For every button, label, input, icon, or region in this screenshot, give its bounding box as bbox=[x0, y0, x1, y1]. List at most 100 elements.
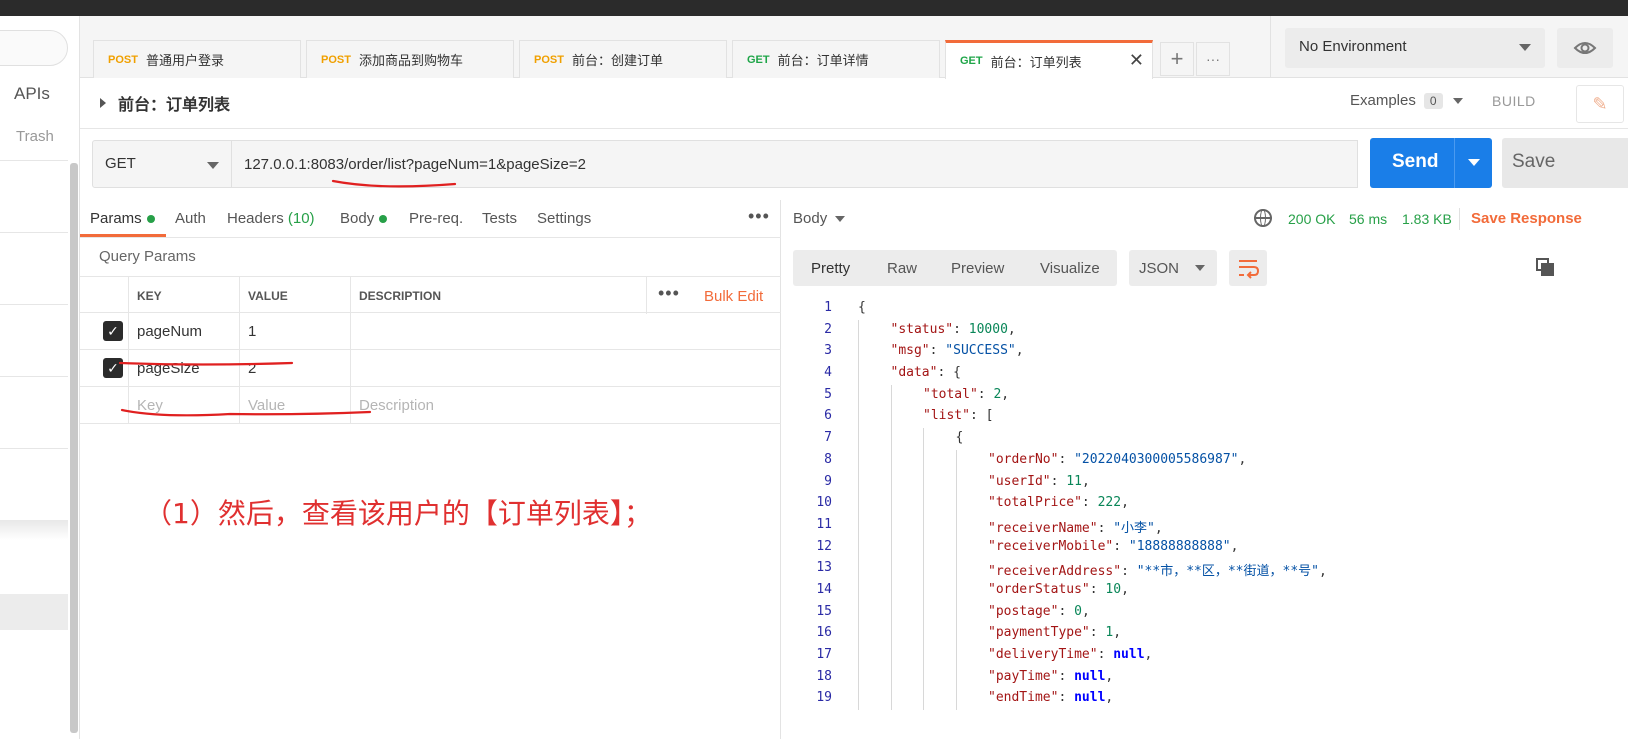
view-pretty[interactable]: Pretty bbox=[811, 260, 850, 277]
tab-auth[interactable]: Auth bbox=[175, 210, 206, 227]
param-key[interactable]: pageSize bbox=[128, 350, 239, 387]
param-value-input[interactable]: Value bbox=[239, 387, 350, 424]
code-text: "list": [ bbox=[923, 408, 994, 424]
more-options-icon[interactable]: ••• bbox=[658, 283, 680, 304]
line-number: 4 bbox=[824, 365, 832, 381]
line-number: 19 bbox=[816, 690, 832, 706]
send-button[interactable]: Send bbox=[1370, 138, 1492, 188]
examples-dropdown[interactable]: Examples 0 bbox=[1350, 92, 1463, 109]
examples-label: Examples bbox=[1350, 92, 1416, 109]
sidebar-shadow bbox=[0, 520, 68, 540]
sidebar-item-apis[interactable]: APIs bbox=[14, 84, 50, 104]
environment-select[interactable]: No Environment bbox=[1285, 28, 1545, 68]
indent-guide bbox=[923, 558, 924, 580]
view-raw[interactable]: Raw bbox=[887, 260, 917, 277]
more-options-icon[interactable]: ••• bbox=[748, 206, 770, 227]
code-line: 14 "orderStatus": 10, bbox=[782, 579, 1628, 602]
tab-headers[interactable]: Headers (10) bbox=[227, 210, 315, 227]
sidebar-divider bbox=[0, 160, 68, 161]
response-body-dropdown[interactable]: Body bbox=[793, 210, 846, 227]
indent-guide bbox=[890, 514, 892, 537]
param-value[interactable]: 2 bbox=[239, 350, 350, 387]
send-split-divider bbox=[1454, 138, 1455, 188]
wrap-lines-button[interactable] bbox=[1229, 250, 1267, 286]
request-title-row: 前台：订单列表 Examples 0 BUILD ✎ bbox=[80, 79, 1628, 129]
response-size[interactable]: 1.83 KB bbox=[1402, 211, 1452, 227]
indent-guide bbox=[955, 601, 957, 624]
expand-triangle-icon[interactable] bbox=[100, 98, 106, 108]
url-input[interactable]: 127.0.0.1:8083/order/list?pageNum=1&page… bbox=[232, 140, 1358, 188]
checkbox-checked[interactable]: ✓ bbox=[103, 358, 123, 378]
format-select[interactable]: JSON bbox=[1129, 250, 1217, 286]
new-tab-button[interactable]: + bbox=[1160, 42, 1194, 76]
sidebar-item-trash[interactable]: Trash bbox=[16, 128, 54, 145]
tab-settings[interactable]: Settings bbox=[537, 210, 591, 227]
request-pane: Params Auth Headers (10) Body Pre-req. T… bbox=[80, 200, 781, 739]
tab-tests[interactable]: Tests bbox=[482, 210, 517, 227]
request-tabs: Params Auth Headers (10) Body Pre-req. T… bbox=[80, 200, 781, 238]
indent-guide bbox=[858, 449, 859, 472]
param-value[interactable]: 1 bbox=[239, 313, 350, 350]
param-description[interactable] bbox=[350, 313, 781, 350]
url-row: GET 127.0.0.1:8083/order/list?pageNum=1&… bbox=[80, 130, 1628, 200]
param-key-input[interactable]: Key bbox=[128, 387, 239, 424]
chevron-down-icon[interactable] bbox=[1468, 159, 1480, 166]
response-code-view[interactable]: 1{2 "status": 10000, 3 "msg": "SUCCESS", 4 "d… bbox=[782, 298, 1628, 711]
params-table: KEY VALUE DESCRIPTION ••• Bulk Edit ✓ pa… bbox=[80, 276, 781, 424]
copy-icon[interactable] bbox=[1536, 258, 1554, 276]
format-value: JSON bbox=[1139, 260, 1180, 277]
sidebar-divider bbox=[0, 376, 68, 377]
param-key[interactable]: pageNum bbox=[128, 313, 239, 350]
code-text: "deliveryTime": null, bbox=[988, 647, 1153, 662]
sidebar-search-input[interactable] bbox=[0, 30, 68, 66]
view-preview[interactable]: Preview bbox=[951, 260, 1004, 277]
line-number: 6 bbox=[824, 408, 832, 424]
request-tab[interactable]: POST 添加商品到购物车 bbox=[306, 40, 514, 78]
status-code[interactable]: 200 OK bbox=[1288, 211, 1335, 227]
save-button[interactable]: Save bbox=[1502, 138, 1628, 188]
globe-icon[interactable] bbox=[1254, 209, 1272, 227]
indent-guide bbox=[858, 579, 859, 602]
view-visualize[interactable]: Visualize bbox=[1040, 260, 1100, 277]
edit-button[interactable]: ✎ bbox=[1576, 85, 1624, 123]
request-tab[interactable]: POST 普通用户登录 bbox=[93, 40, 301, 78]
request-title[interactable]: 前台：订单列表 bbox=[118, 91, 230, 115]
code-line: 18 "payTime": null, bbox=[782, 666, 1628, 689]
sidebar-selected-item[interactable] bbox=[0, 594, 68, 630]
environment-quick-look-button[interactable] bbox=[1557, 28, 1613, 68]
tab-body[interactable]: Body bbox=[340, 210, 388, 227]
param-description[interactable] bbox=[350, 350, 781, 387]
code-line: 13 "receiverAddress": "**市，**区，**街道，**号", bbox=[782, 558, 1628, 580]
chevron-down-icon bbox=[1519, 44, 1531, 51]
response-time[interactable]: 56 ms bbox=[1349, 211, 1387, 227]
param-description-input[interactable]: Description bbox=[350, 387, 781, 424]
code-line: 15 "postage": 0, bbox=[782, 601, 1628, 624]
bulk-edit-link[interactable]: Bulk Edit bbox=[704, 288, 763, 305]
indent-guide bbox=[858, 601, 859, 624]
checkbox-checked[interactable]: ✓ bbox=[103, 321, 123, 341]
save-response-button[interactable]: Save Response bbox=[1471, 210, 1582, 227]
request-tab-active[interactable]: GET 前台：订单列表 ✕ bbox=[945, 40, 1153, 79]
indent-guide bbox=[955, 471, 957, 494]
request-tab[interactable]: POST 前台：创建订单 bbox=[519, 40, 727, 78]
sidebar-scrollbar[interactable] bbox=[70, 163, 78, 733]
line-number: 14 bbox=[816, 581, 832, 597]
tab-method: POST bbox=[108, 53, 138, 66]
tab-prereq[interactable]: Pre-req. bbox=[409, 210, 463, 227]
request-tab[interactable]: GET 前台：订单详情 bbox=[732, 40, 940, 78]
code-text: "receiverName": "小李", bbox=[988, 520, 1163, 536]
indent-guide bbox=[923, 493, 924, 515]
code-line: 6 "list": [ bbox=[782, 406, 1628, 429]
method-select[interactable]: GET bbox=[92, 140, 232, 188]
more-tabs-button[interactable]: ··· bbox=[1196, 42, 1230, 76]
line-number: 5 bbox=[824, 386, 832, 402]
close-icon[interactable]: ✕ bbox=[1129, 50, 1144, 71]
code-text: { bbox=[955, 430, 964, 446]
code-text: "userId": 11, bbox=[988, 473, 1090, 489]
chevron-down-icon bbox=[207, 162, 219, 169]
examples-count: 0 bbox=[1423, 92, 1443, 109]
tab-name: 普通用户登录 bbox=[145, 53, 224, 68]
tab-params[interactable]: Params bbox=[90, 210, 155, 227]
build-mode-label[interactable]: BUILD bbox=[1492, 93, 1536, 109]
code-text: "postage": 0, bbox=[988, 603, 1090, 619]
